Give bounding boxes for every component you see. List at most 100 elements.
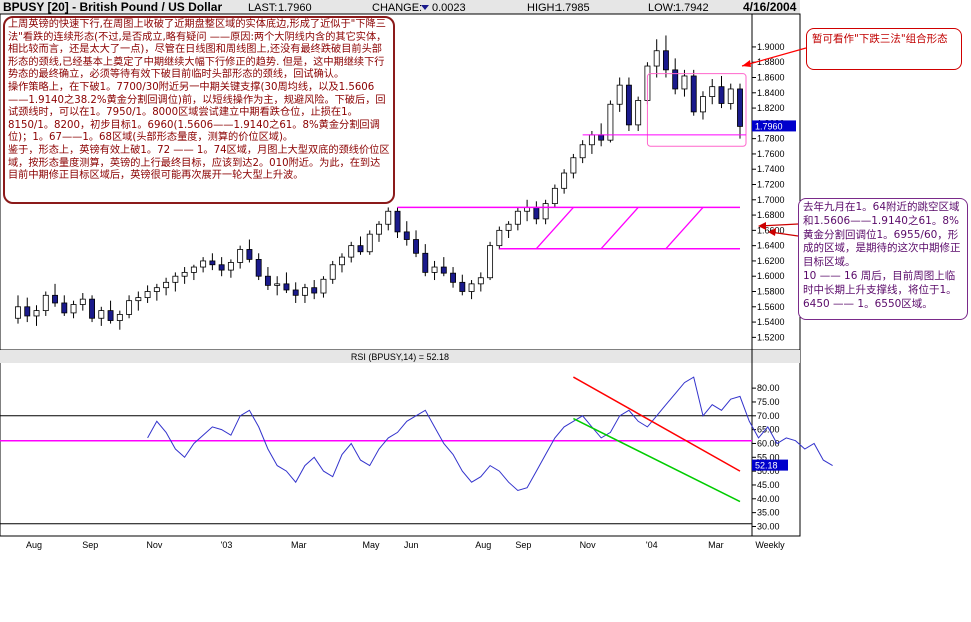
- candle-body: [329, 264, 336, 280]
- x-axis-label: Nov: [580, 540, 597, 550]
- x-axis-label: Aug: [475, 540, 491, 550]
- candle-body: [15, 306, 21, 319]
- candle-body: [144, 291, 151, 299]
- candle-body: [542, 203, 549, 220]
- rsi-tick-label: 35.00: [757, 508, 780, 518]
- candle-body: [431, 266, 438, 273]
- candle-body: [135, 297, 142, 302]
- candle-body: [163, 281, 170, 289]
- rsi-tick-label: 80.00: [757, 383, 780, 393]
- candle-body: [653, 50, 660, 67]
- candle-body: [681, 75, 688, 90]
- candle-body: [570, 157, 577, 174]
- candle-body: [403, 231, 410, 240]
- price-tick-label: 1.5400: [757, 317, 785, 327]
- candle-body: [468, 283, 475, 292]
- candle-body: [385, 210, 392, 225]
- x-axis: Aug Sep Nov '03 Mar May Jun Aug Sep Nov '04 Mar Week…: [26, 540, 785, 550]
- candle-body: [663, 50, 669, 71]
- candle-body: [551, 187, 558, 205]
- candle-body: [348, 245, 355, 258]
- price-tick-label: 1.5200: [757, 332, 785, 342]
- last-value: 1.7960: [278, 2, 312, 14]
- price-tick-label: 1.8800: [757, 57, 785, 67]
- candle-body: [79, 298, 86, 305]
- candle-body: [181, 271, 188, 277]
- low-value: 1.7942: [675, 2, 709, 14]
- candle-body: [70, 304, 77, 314]
- last-price-tag: 1.7960: [752, 120, 796, 131]
- rsi-tick-label: 45.00: [757, 480, 780, 490]
- candle-body: [579, 144, 586, 159]
- high-label: HIGH:: [527, 2, 558, 14]
- price-tick-label: 1.5600: [757, 302, 785, 312]
- x-axis-label: Jun: [404, 540, 419, 550]
- price-tick-label: 1.8400: [757, 88, 785, 98]
- low-label: LOW:: [648, 2, 676, 14]
- candle-body: [126, 300, 133, 315]
- x-axis-label: Sep: [82, 540, 98, 550]
- candle-body: [672, 69, 679, 90]
- candle-body: [153, 287, 160, 292]
- candle-body: [700, 96, 706, 113]
- arrowhead-icon: [742, 60, 751, 67]
- rsi-panel-frame: [0, 349, 801, 537]
- gap-hatch-line: [665, 206, 704, 250]
- gap-hatch-line: [535, 206, 574, 250]
- candle-body: [61, 302, 68, 314]
- price-tick-label: 1.7600: [757, 149, 785, 159]
- candle-body: [440, 266, 447, 274]
- chart-title: BPUSY [20] - British Pound / US Dollar: [3, 0, 222, 14]
- candle-body: [477, 277, 484, 285]
- price-tick-label: 1.9000: [757, 42, 785, 52]
- candle-body: [505, 223, 512, 231]
- last-price-tag-text: 1.7960: [755, 121, 783, 131]
- candle-body: [450, 272, 456, 283]
- candle-body: [264, 275, 271, 286]
- candle-body: [690, 75, 697, 113]
- candle-body: [616, 84, 623, 105]
- price-tick-label: 1.8600: [757, 73, 785, 83]
- price-tick-label: 1.6800: [757, 210, 785, 220]
- candle-body: [237, 249, 244, 263]
- candle-body: [394, 210, 401, 233]
- price-tick-label: 1.7200: [757, 180, 785, 190]
- candle-body: [200, 260, 207, 268]
- rsi-title: RSI (BPUSY,14) = 52.18: [351, 352, 449, 362]
- price-tick-label: 1.7000: [757, 195, 785, 205]
- rsi-plot: [0, 376, 833, 525]
- high-value: 1.7985: [556, 2, 590, 14]
- candle-body: [533, 207, 540, 220]
- pattern-note-box: 暂可看作"下跌三法"组合形态: [806, 28, 962, 70]
- candle-body: [209, 260, 216, 266]
- candle-body: [311, 287, 318, 294]
- candle-body: [33, 310, 40, 317]
- rsi-last-tag: 52.18: [752, 459, 788, 471]
- x-axis-label: Mar: [291, 540, 307, 550]
- x-axis-label: Sep: [515, 540, 531, 550]
- rsi-tick-label: 60.00: [757, 438, 780, 448]
- rsi-tick-label: 40.00: [757, 494, 780, 504]
- candle-body: [598, 134, 605, 141]
- price-tick-label: 1.6400: [757, 241, 785, 251]
- chart-header: BPUSY [20] - British Pound / US Dollar L…: [0, 0, 800, 14]
- candle-body: [292, 289, 299, 296]
- price-tick-label: 1.7400: [757, 164, 785, 174]
- analysis-note-box: 上周英镑的快速下行,在周图上收破了近期盘整区域的实体底边,形成了近似于"下降三法…: [3, 16, 395, 204]
- candle-body: [459, 281, 466, 292]
- x-axis-label: Nov: [146, 540, 163, 550]
- price-tick-label: 1.5800: [757, 287, 785, 297]
- candle-body: [588, 134, 595, 146]
- candle-body: [218, 264, 225, 271]
- gap-hatch-line: [600, 206, 639, 250]
- candle-body: [42, 294, 49, 312]
- candle-body: [302, 287, 308, 296]
- candle-body: [625, 84, 632, 126]
- rsi-trendline: [573, 417, 741, 503]
- x-axis-label: '03: [221, 540, 233, 550]
- price-tick-label: 1.8200: [757, 103, 785, 113]
- target-zone-note-box: 去年九月在1。64附近的跳空区域 和1.5606——1.9140之61。8%黄金…: [798, 198, 968, 320]
- candle-body: [320, 278, 327, 294]
- rsi-tick-label: 75.00: [757, 397, 780, 407]
- candle-body: [227, 262, 234, 271]
